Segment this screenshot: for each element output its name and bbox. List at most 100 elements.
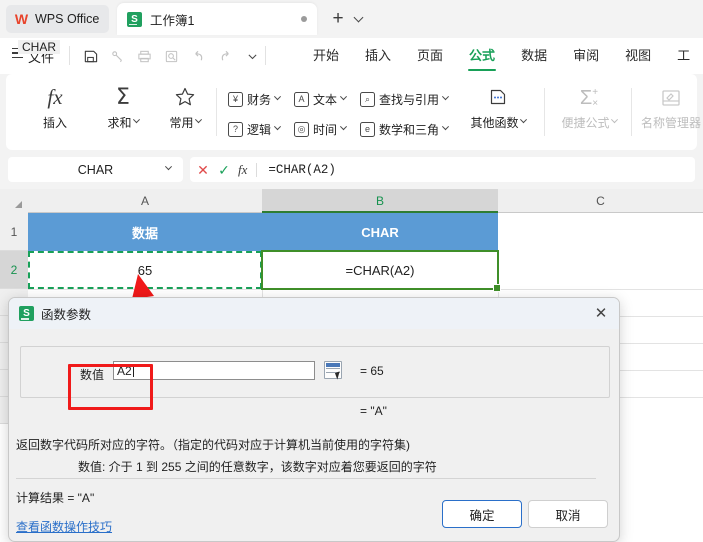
ribbon-insert-function-button[interactable]: fx 插入: [28, 80, 82, 131]
tab-data[interactable]: 数据: [508, 38, 560, 74]
math-icon: e: [360, 121, 375, 137]
cell-a1[interactable]: 数据: [28, 213, 262, 251]
chevron-down-icon[interactable]: [132, 116, 140, 124]
quick-formula-icon: Σ + ×: [579, 86, 599, 110]
ribbon-name-manager-button: 名称管理器: [636, 82, 703, 131]
chevron-down-icon[interactable]: [339, 92, 348, 100]
dialog-function-name-label: CHAR: [18, 40, 61, 54]
wps-logo-icon: W: [14, 10, 28, 27]
chevron-down-icon[interactable]: [194, 116, 202, 124]
print-icon: [132, 45, 157, 67]
text-icon: A: [294, 91, 309, 107]
tab-formula[interactable]: 公式: [456, 38, 508, 74]
cancel-button[interactable]: 取消: [528, 500, 608, 528]
tab-view[interactable]: 视图: [612, 38, 664, 74]
menu-divider-right: [265, 46, 266, 65]
ribbon-quick-formula-button: Σ + × 便捷公式: [554, 82, 624, 131]
tab-close-dot-icon[interactable]: [301, 16, 307, 22]
column-header-row: A B C: [0, 189, 703, 213]
title-bar: W WPS Office S 工作簿1 +: [0, 0, 703, 38]
ribbon-common-functions-button[interactable]: 常用: [158, 80, 212, 131]
tab-page[interactable]: 页面: [404, 38, 456, 74]
select-all-corner-button[interactable]: [0, 189, 28, 213]
finance-icon: ¥: [228, 91, 243, 107]
column-header-a[interactable]: A: [28, 189, 262, 213]
ribbon-logic-label: 逻辑: [247, 122, 272, 137]
ribbon-divider-3: [631, 88, 632, 136]
print-preview-icon: [159, 45, 184, 67]
ribbon-divider-2: [544, 88, 545, 136]
chevron-down-icon: [610, 116, 618, 124]
document-tab-workbook1[interactable]: S 工作簿1: [117, 3, 317, 35]
ribbon-finance-button[interactable]: ¥ 财务: [228, 88, 282, 110]
argument-description: 数值: 介于 1 到 255 之间的任意数字，该数字对应着您要返回的字符: [78, 460, 437, 474]
chevron-down-icon[interactable]: [339, 122, 348, 130]
column-header-b[interactable]: B: [262, 189, 498, 213]
ribbon-more-functions-button[interactable]: 其他函数: [466, 80, 530, 131]
ribbon-text-label: 文本: [313, 92, 338, 107]
ribbon-tab-bar: 开始 插入 页面 公式 数据 审阅 视图 工: [300, 38, 703, 74]
sigma-icon: Σ: [116, 84, 130, 110]
name-box-value: CHAR: [77, 162, 114, 177]
function-evaluated-result: = "A": [360, 404, 387, 418]
chevron-down-icon[interactable]: [441, 92, 450, 100]
name-box-chevron-down-icon[interactable]: [164, 163, 173, 171]
chevron-down-icon[interactable]: [441, 122, 450, 130]
confirm-formula-icon[interactable]: ✓: [217, 163, 231, 177]
redo-icon: [213, 45, 238, 67]
lookup-icon: ⌕: [360, 91, 375, 107]
formula-bar[interactable]: ✕ ✓ fx =CHAR(A2): [190, 157, 695, 182]
ribbon-more-functions-label: 其他函数: [470, 114, 527, 131]
ribbon-time-label: 时间: [313, 122, 338, 137]
red-rect-highlighting-value-field: [68, 364, 153, 410]
dialog-title-bar: S 函数参数: [9, 298, 619, 329]
save-icon[interactable]: [78, 45, 103, 67]
chevron-down-icon[interactable]: [519, 116, 527, 124]
ribbon-name-manager-label: 名称管理器: [640, 116, 701, 130]
fx-icon: fx: [47, 84, 63, 109]
ribbon-quick-formula-label: 便捷公式: [561, 114, 618, 131]
ribbon-text-button[interactable]: A 文本: [294, 88, 348, 110]
quick-access-more-chevron-down-icon[interactable]: [240, 45, 265, 67]
insert-function-icon[interactable]: fx: [238, 162, 247, 178]
argument-evaluated-value: = 65: [360, 364, 384, 378]
ribbon-time-button[interactable]: ◎ 时间: [294, 118, 348, 140]
tab-review[interactable]: 审阅: [560, 38, 612, 74]
share-icon: [105, 45, 130, 67]
ribbon-logic-button[interactable]: ? 逻辑: [228, 118, 282, 140]
ok-button[interactable]: 确定: [442, 500, 522, 528]
wps-spreadsheet-window: W WPS Office S 工作簿1 + 文件 开始 插入 页面 公式 数据 …: [0, 0, 703, 542]
function-tips-link[interactable]: 查看函数操作技巧: [16, 518, 112, 535]
new-tab-button[interactable]: +: [328, 9, 348, 28]
column-header-c[interactable]: C: [498, 189, 703, 213]
ribbon-lookup-button[interactable]: ⌕ 查找与引用: [360, 88, 450, 110]
wps-office-logo-button[interactable]: W WPS Office: [6, 5, 110, 33]
cell-b2[interactable]: =CHAR(A2): [262, 251, 498, 289]
cell-b1[interactable]: CHAR: [262, 213, 498, 251]
quick-access-toolbar: [78, 45, 265, 67]
range-picker-icon[interactable]: [324, 361, 343, 380]
new-tab-chevron-down-icon[interactable]: [353, 12, 364, 23]
tab-insert[interactable]: 插入: [352, 38, 404, 74]
tab-tools[interactable]: 工: [664, 38, 703, 74]
name-box[interactable]: CHAR: [8, 157, 183, 182]
dialog-close-icon[interactable]: ✕: [591, 304, 611, 324]
name-manager-icon: [660, 82, 682, 114]
chevron-down-icon[interactable]: [273, 122, 282, 130]
tab-start[interactable]: 开始: [300, 38, 352, 74]
cancel-formula-icon[interactable]: ✕: [196, 163, 210, 177]
row-header-1[interactable]: 1: [0, 213, 28, 251]
ribbon-math-button[interactable]: e 数学和三角: [360, 118, 450, 140]
ribbon-finance-label: 财务: [247, 92, 272, 107]
formula-input[interactable]: =CHAR(A2): [268, 163, 336, 177]
chevron-down-icon[interactable]: [273, 92, 282, 100]
logic-icon: ?: [228, 121, 243, 137]
time-icon: ◎: [294, 121, 309, 137]
ribbon-autosum-button[interactable]: Σ 求和: [96, 80, 150, 131]
ribbon-divider-1: [216, 88, 217, 136]
more-functions-icon: [488, 80, 508, 114]
calculation-result-text: 计算结果 = "A": [16, 491, 95, 505]
star-icon: [173, 80, 197, 114]
row-header-2[interactable]: 2: [0, 251, 28, 289]
menu-bar: 文件 开始 插入 页面 公式 数据 审阅 视图 工: [0, 38, 703, 74]
